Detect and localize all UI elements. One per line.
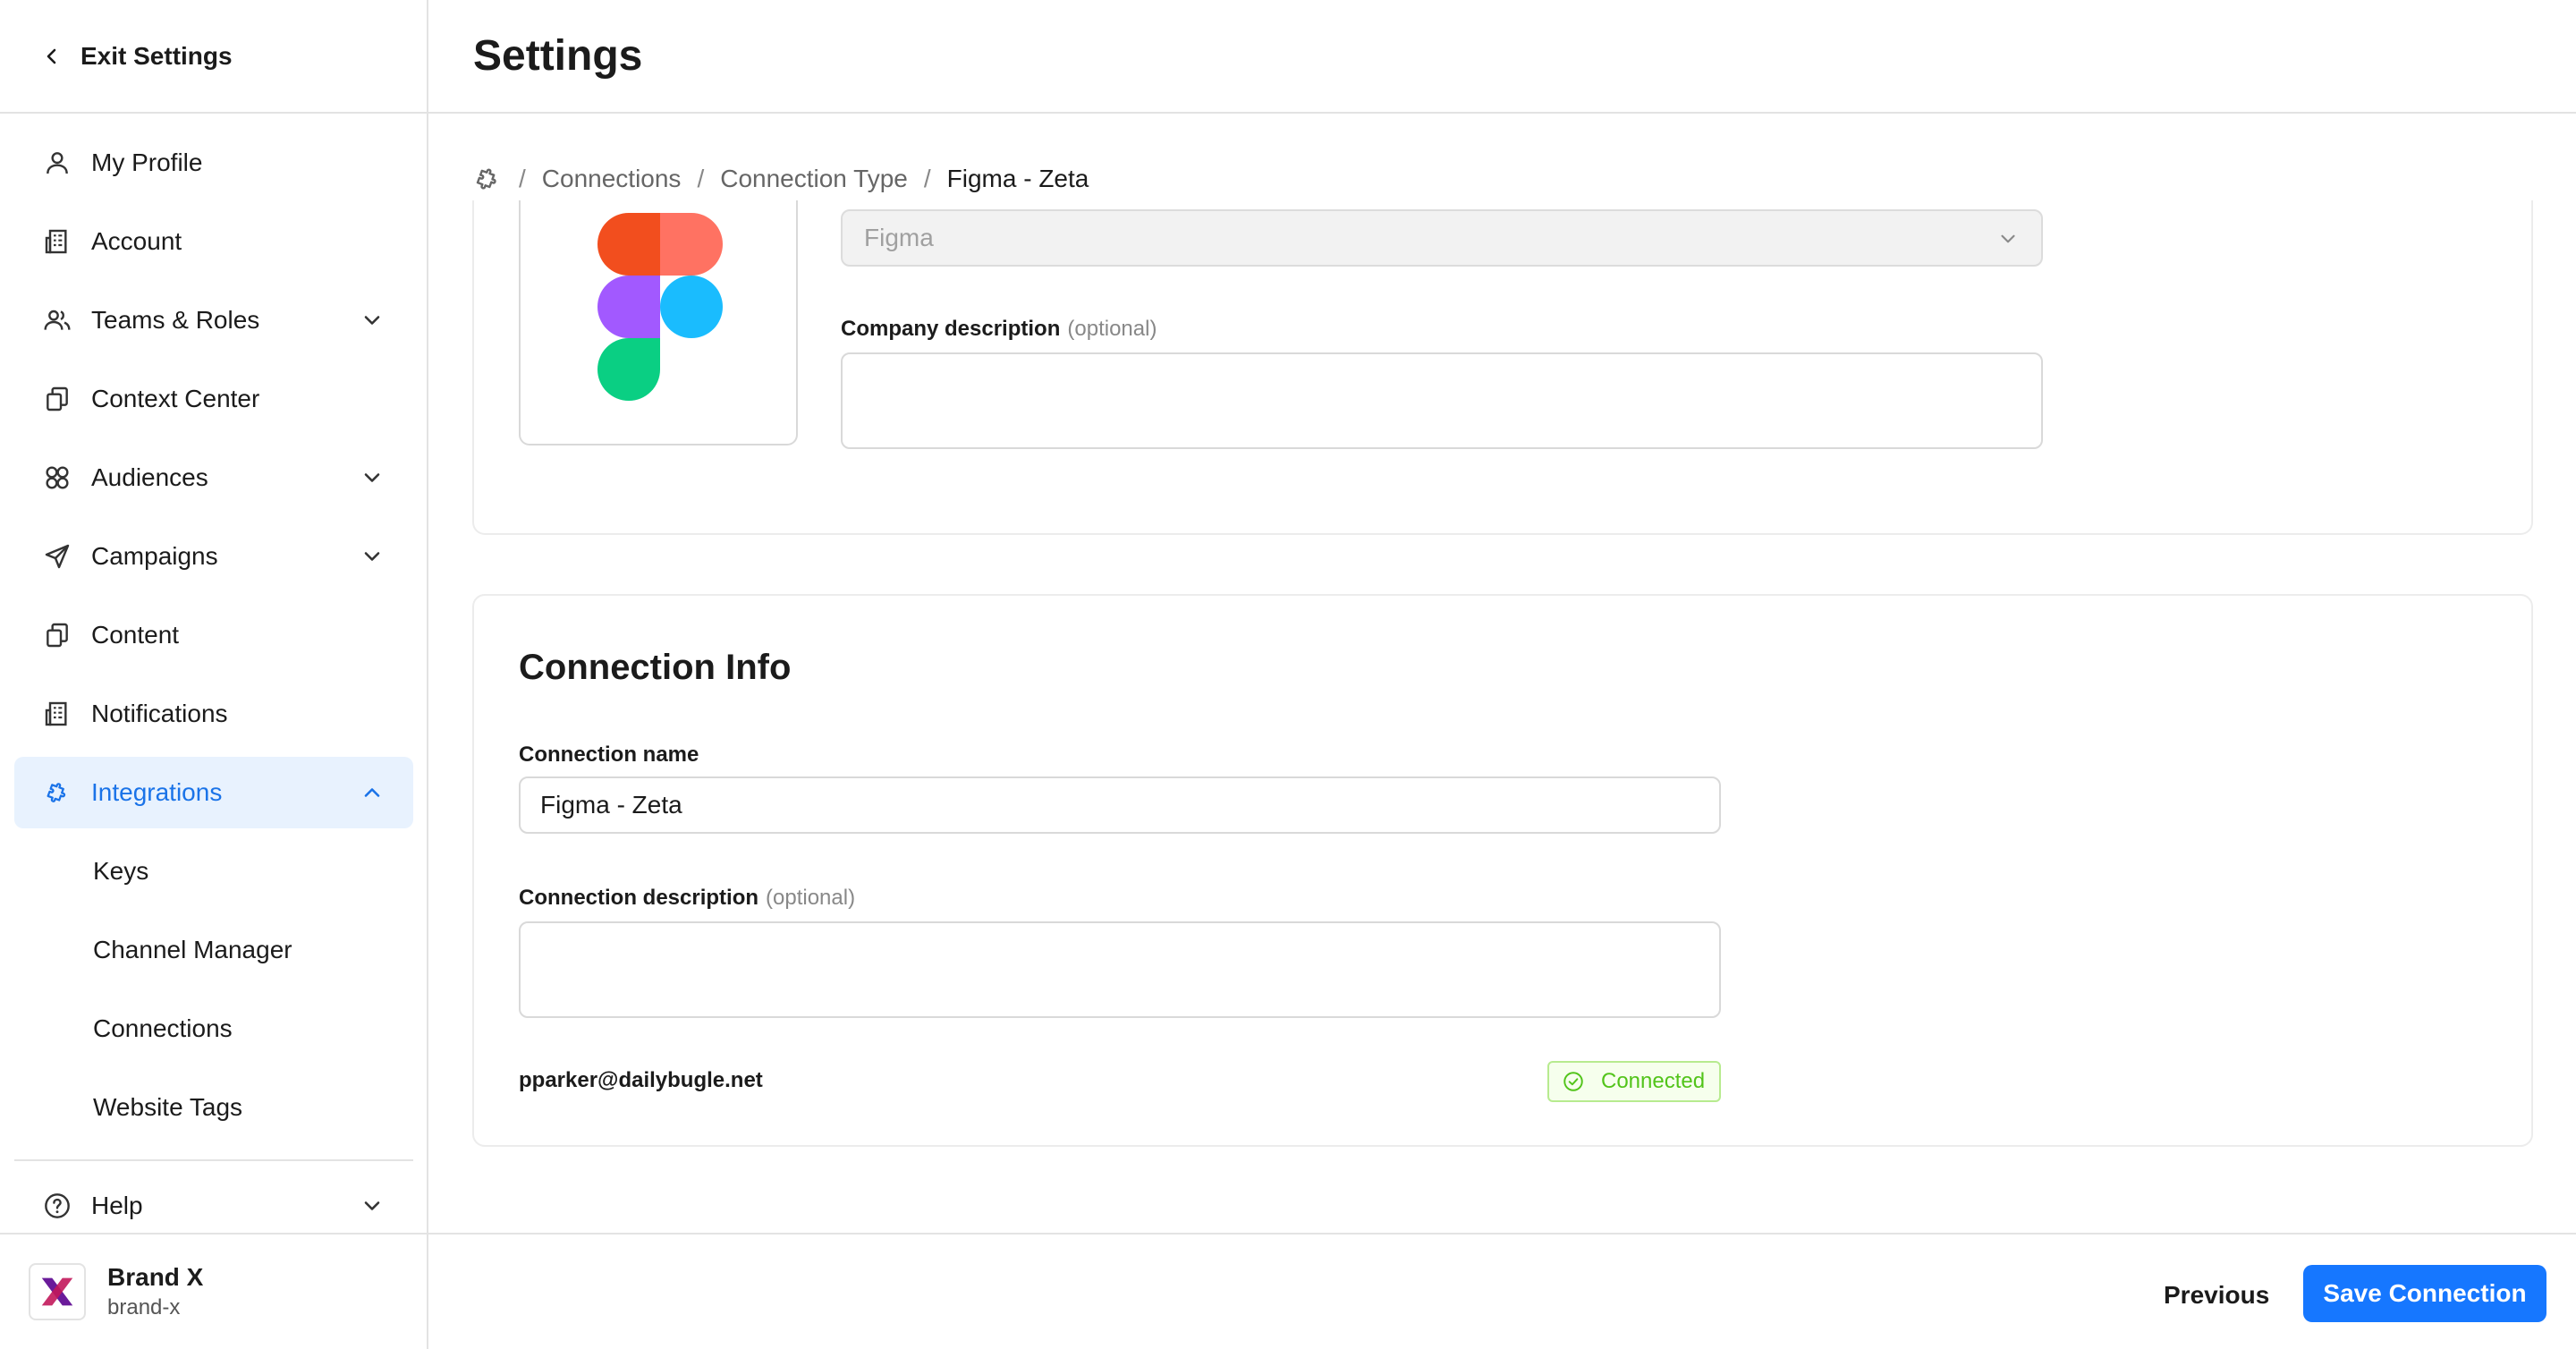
- chevron-left-icon: [47, 48, 56, 64]
- app-type-select[interactable]: Figma: [841, 209, 2043, 267]
- sidebar-item-account[interactable]: Account: [14, 206, 413, 277]
- connection-description-label: Connection description (optional): [519, 886, 855, 911]
- chevron-down-icon[interactable]: [360, 544, 385, 569]
- connection-name-label: Connection name: [519, 742, 699, 768]
- sidebar-item-notifications[interactable]: Notifications: [14, 678, 413, 750]
- brand-text: Brand X brand-x: [107, 1263, 203, 1320]
- sidebar-item-label: Notifications: [91, 700, 228, 727]
- users-icon: [41, 304, 73, 336]
- sidebar-item-integrations[interactable]: Integrations: [14, 757, 413, 828]
- chevron-down-icon: [2001, 234, 2015, 243]
- sidebar-item-teams-roles[interactable]: Teams & Roles: [14, 284, 413, 356]
- breadcrumb-connections[interactable]: Connections: [542, 165, 682, 193]
- puzzle-icon: [41, 776, 73, 809]
- sidebar-item-label: Account: [91, 227, 182, 255]
- app-logo-box: [519, 200, 798, 445]
- breadcrumb-separator: /: [519, 165, 526, 192]
- sidebar-item-audiences[interactable]: Audiences: [14, 442, 413, 513]
- sidebar-item-label: Content: [91, 621, 180, 649]
- connection-name-label-text: Connection name: [519, 742, 699, 767]
- brand-logo: [29, 1263, 86, 1320]
- connection-name-input[interactable]: Figma - Zeta: [519, 776, 1721, 834]
- sidebar-item-campaigns[interactable]: Campaigns: [14, 521, 413, 592]
- connected-account-email: pparker@dailybugle.net: [519, 1068, 763, 1092]
- breadcrumb-separator: /: [697, 165, 705, 192]
- app-type-value: Figma: [864, 224, 934, 251]
- breadcrumb-separator: /: [923, 165, 931, 192]
- page-header: Settings: [428, 0, 2576, 114]
- chevron-up-icon[interactable]: [360, 780, 385, 805]
- send-icon: [41, 540, 73, 573]
- audiences-icon: [41, 462, 73, 494]
- building-icon: [41, 225, 73, 258]
- connection-description-field[interactable]: [519, 921, 1721, 1018]
- sidebar: Exit Settings My Profile Account Teams &…: [0, 0, 428, 1349]
- sidebar-item-context-center[interactable]: Context Center: [14, 363, 413, 435]
- save-connection-button[interactable]: Save Connection: [2303, 1265, 2546, 1322]
- brand-name: Brand X: [107, 1263, 204, 1291]
- sidebar-item-label: Teams & Roles: [91, 306, 260, 334]
- status-text: Connected: [1601, 1069, 1706, 1093]
- breadcrumb: / Connections / Connection Type / Figma …: [472, 159, 1089, 199]
- sidebar-item-label: Campaigns: [91, 542, 218, 570]
- copy-icon: [41, 383, 73, 415]
- company-description-field[interactable]: [841, 352, 2043, 449]
- sidebar-nav: My Profile Account Teams & Roles Context…: [14, 127, 413, 1150]
- sidebar-subitem-website-tags[interactable]: Website Tags: [14, 1072, 413, 1143]
- status-badge: Connected: [1547, 1061, 1721, 1102]
- sidebar-subitem-connections[interactable]: Connections: [14, 993, 413, 1065]
- sidebar-item-label: Audiences: [91, 463, 208, 491]
- brand-slug: brand-x: [107, 1295, 181, 1319]
- company-description-label-text: Company description: [841, 317, 1061, 341]
- sidebar-item-content[interactable]: Content: [14, 599, 413, 671]
- sidebar-item-label: My Profile: [91, 148, 203, 176]
- sidebar-subitem-channel-manager[interactable]: Channel Manager: [14, 914, 413, 986]
- previous-button[interactable]: Previous: [2142, 1267, 2291, 1324]
- optional-hint: (optional): [1067, 317, 1157, 341]
- action-footer: Previous Save Connection: [428, 1233, 2576, 1349]
- page-title: Settings: [473, 32, 643, 80]
- connection-description-label-text: Connection description: [519, 886, 759, 910]
- connection-info-title: Connection Info: [519, 648, 792, 687]
- chevron-down-icon[interactable]: [360, 1193, 385, 1218]
- exit-settings-label: Exit Settings: [80, 41, 233, 70]
- chevron-down-icon[interactable]: [360, 465, 385, 490]
- puzzle-icon[interactable]: [472, 164, 503, 194]
- connection-name-value: Figma - Zeta: [540, 791, 682, 819]
- breadcrumb-connection-type[interactable]: Connection Type: [720, 165, 908, 193]
- brand-switcher[interactable]: Brand X brand-x: [0, 1233, 427, 1349]
- exit-settings-button[interactable]: Exit Settings: [0, 0, 427, 114]
- company-description-label: Company description (optional): [841, 317, 1157, 342]
- building-icon: [41, 698, 73, 730]
- breadcrumb-current: Figma - Zeta: [946, 165, 1089, 192]
- sidebar-item-my-profile[interactable]: My Profile: [14, 127, 413, 199]
- sidebar-item-label: Help: [91, 1192, 143, 1219]
- optional-hint: (optional): [766, 886, 856, 910]
- settings-app: Exit Settings My Profile Account Teams &…: [0, 0, 2576, 1349]
- sidebar-subitem-keys[interactable]: Keys: [14, 836, 413, 907]
- chevron-down-icon[interactable]: [360, 308, 385, 333]
- help-icon: [41, 1190, 73, 1222]
- sidebar-item-label: Context Center: [91, 385, 260, 412]
- company-card: Figma Company description (optional): [472, 200, 2533, 535]
- sidebar-item-help[interactable]: Help: [14, 1170, 413, 1242]
- connection-info-card: Connection Info Connection name Figma - …: [472, 594, 2533, 1147]
- sidebar-divider: [14, 1159, 413, 1161]
- copy-icon: [41, 619, 73, 651]
- sidebar-item-label: Integrations: [91, 778, 223, 806]
- figma-logo-icon: [597, 213, 723, 401]
- user-icon: [41, 147, 73, 179]
- check-circle-icon: [1563, 1072, 1583, 1091]
